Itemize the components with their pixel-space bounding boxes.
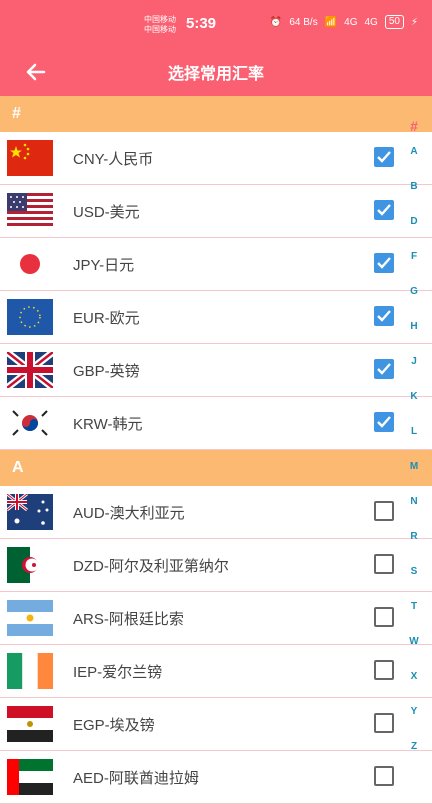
index-letter[interactable]: J bbox=[402, 356, 426, 391]
index-letter[interactable]: G bbox=[402, 286, 426, 321]
currency-label: USD-美元 bbox=[73, 203, 140, 221]
index-letter[interactable]: # bbox=[402, 118, 426, 146]
alphabet-index-bar[interactable]: # A B D F G H J K L M N R S T W X Y Z bbox=[402, 118, 426, 776]
checkmark-icon bbox=[377, 151, 391, 163]
currency-row[interactable]: USD-美元 bbox=[0, 185, 432, 238]
eu-flag-icon bbox=[7, 299, 53, 335]
australia-flag-icon bbox=[7, 494, 53, 530]
carrier-2: 中国移动 bbox=[144, 25, 176, 34]
uk-flag-icon bbox=[7, 352, 53, 388]
battery-icon: 50 bbox=[384, 15, 404, 29]
app-bar: 选择常用汇率 bbox=[0, 48, 432, 96]
carrier-1: 中国移动 bbox=[144, 15, 176, 24]
egypt-flag-icon bbox=[7, 706, 53, 742]
ireland-flag-icon bbox=[7, 653, 53, 689]
checkbox-checked[interactable] bbox=[374, 412, 394, 432]
index-letter[interactable]: Z bbox=[402, 741, 426, 776]
charging-icon: ⚡ bbox=[410, 16, 418, 28]
index-letter[interactable]: B bbox=[402, 181, 426, 216]
usa-flag-icon bbox=[7, 193, 53, 229]
uae-flag-icon bbox=[7, 759, 53, 795]
index-letter[interactable]: F bbox=[402, 251, 426, 286]
currency-row[interactable]: AUD-澳大利亚元 bbox=[0, 486, 432, 539]
status-time: 5:39 bbox=[186, 15, 217, 32]
currency-label: JPY-日元 bbox=[73, 256, 135, 274]
alarm-icon: ⏰ bbox=[269, 16, 283, 28]
checkbox-unchecked[interactable] bbox=[374, 607, 394, 627]
currency-label: AUD-澳大利亚元 bbox=[73, 504, 185, 522]
checkbox-checked[interactable] bbox=[374, 306, 394, 326]
index-letter[interactable]: Y bbox=[402, 706, 426, 741]
currency-row[interactable]: AED-阿联酋迪拉姆 bbox=[0, 751, 432, 804]
currency-row[interactable]: JPY-日元 bbox=[0, 238, 432, 291]
index-letter[interactable]: W bbox=[402, 636, 426, 671]
currency-label: EGP-埃及镑 bbox=[73, 716, 155, 734]
checkbox-checked[interactable] bbox=[374, 253, 394, 273]
currency-label: GBP-英镑 bbox=[73, 362, 140, 380]
checkbox-unchecked[interactable] bbox=[374, 660, 394, 680]
signal-2: 4G bbox=[364, 16, 378, 28]
status-bar: 中国移动 中国移动 5:39 ⏰ 64 B/s 📶 4G 4G 50 ⚡ bbox=[0, 0, 432, 48]
currency-label: KRW-韩元 bbox=[73, 415, 143, 433]
checkmark-icon bbox=[377, 204, 391, 216]
index-letter[interactable]: A bbox=[402, 146, 426, 181]
checkbox-unchecked[interactable] bbox=[374, 554, 394, 574]
korea-flag-icon bbox=[7, 405, 53, 441]
index-letter[interactable]: R bbox=[402, 531, 426, 566]
argentina-flag-icon bbox=[7, 600, 53, 636]
china-flag-icon bbox=[7, 140, 53, 176]
checkbox-unchecked[interactable] bbox=[374, 766, 394, 786]
index-letter[interactable]: M bbox=[402, 461, 426, 496]
checkbox-checked[interactable] bbox=[374, 359, 394, 379]
currency-row[interactable]: DZD-阿尔及利亚第纳尔 bbox=[0, 539, 432, 592]
index-letter[interactable]: D bbox=[402, 216, 426, 251]
net-speed: 64 B/s bbox=[289, 16, 318, 28]
index-letter[interactable]: L bbox=[402, 426, 426, 461]
checkmark-icon bbox=[377, 416, 391, 428]
status-icons: ⏰ 64 B/s 📶 4G 4G 50 ⚡ bbox=[270, 15, 418, 29]
index-letter[interactable]: N bbox=[402, 496, 426, 531]
index-letter[interactable]: T bbox=[402, 601, 426, 636]
checkmark-icon bbox=[377, 310, 391, 322]
section-header: A bbox=[0, 450, 432, 486]
index-letter[interactable]: X bbox=[402, 671, 426, 706]
currency-label: CNY-人民币 bbox=[73, 150, 154, 168]
currency-label: DZD-阿尔及利亚第纳尔 bbox=[73, 557, 229, 575]
checkbox-unchecked[interactable] bbox=[374, 713, 394, 733]
page-title: 选择常用汇率 bbox=[167, 66, 264, 83]
currency-label: EUR-欧元 bbox=[73, 309, 140, 327]
currency-label: AED-阿联酋迪拉姆 bbox=[73, 769, 199, 787]
currency-list: # CNY-人民币 USD-美元 JPY-日元 EUR-欧元 GBP-英镑 KRW-韩元 A A… bbox=[0, 96, 432, 804]
currency-row[interactable]: CNY-人民币 bbox=[0, 132, 432, 185]
checkbox-checked[interactable] bbox=[374, 147, 394, 167]
japan-flag-icon bbox=[7, 246, 53, 282]
currency-label: ARS-阿根廷比索 bbox=[73, 610, 184, 628]
wifi-icon: 📶 bbox=[324, 16, 338, 28]
algeria-flag-icon bbox=[7, 547, 53, 583]
carrier-info: 中国移动 中国移动 bbox=[144, 15, 176, 35]
currency-label: IEP-爱尔兰镑 bbox=[73, 663, 163, 681]
currency-row[interactable]: EUR-欧元 bbox=[0, 291, 432, 344]
checkbox-unchecked[interactable] bbox=[374, 501, 394, 521]
section-header: # bbox=[0, 96, 432, 132]
currency-row[interactable]: EGP-埃及镑 bbox=[0, 698, 432, 751]
index-letter[interactable]: H bbox=[402, 321, 426, 356]
currency-row[interactable]: GBP-英镑 bbox=[0, 344, 432, 397]
index-letter[interactable]: K bbox=[402, 391, 426, 426]
index-letter[interactable]: S bbox=[402, 566, 426, 601]
currency-row[interactable]: IEP-爱尔兰镑 bbox=[0, 645, 432, 698]
currency-row[interactable]: ARS-阿根廷比索 bbox=[0, 592, 432, 645]
currency-row[interactable]: KRW-韩元 bbox=[0, 397, 432, 450]
checkmark-icon bbox=[377, 257, 391, 269]
checkbox-checked[interactable] bbox=[374, 200, 394, 220]
signal-1: 4G bbox=[344, 16, 358, 28]
checkmark-icon bbox=[377, 363, 391, 375]
